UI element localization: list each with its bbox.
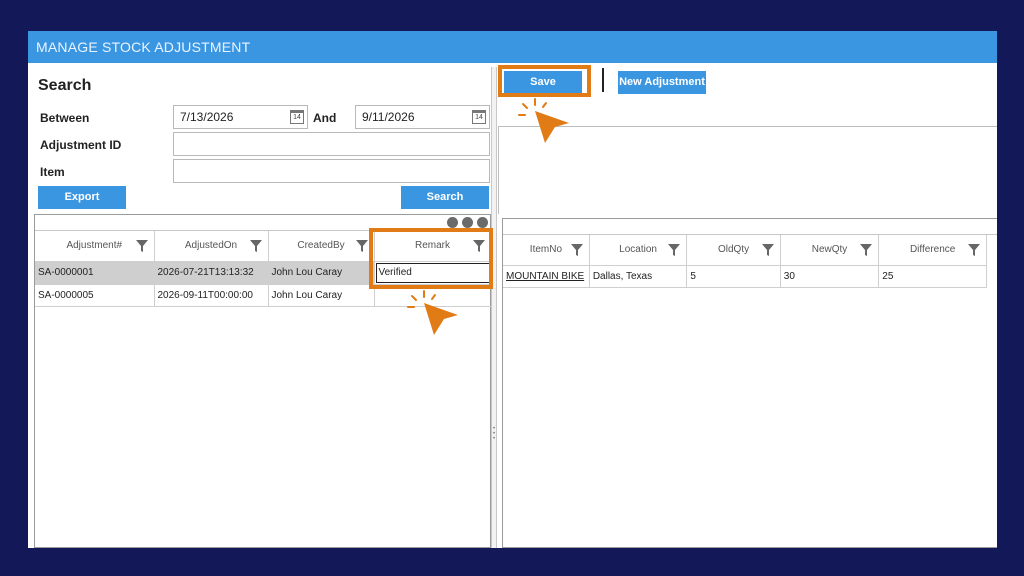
- new-adjustment-button[interactable]: New Adjustment: [618, 71, 706, 94]
- more-dots-icon[interactable]: [447, 217, 488, 228]
- created-by-cell[interactable]: John Lou Caray: [268, 261, 375, 285]
- remark-edit-input[interactable]: Verified: [375, 262, 490, 283]
- save-button[interactable]: Save: [504, 71, 582, 94]
- column-header-createdby[interactable]: CreatedBy: [268, 231, 375, 262]
- calendar-icon[interactable]: 14: [290, 110, 304, 124]
- filter-icon[interactable]: [968, 244, 980, 256]
- calendar-icon[interactable]: 14: [472, 110, 486, 124]
- filter-icon[interactable]: [355, 240, 368, 252]
- item-label: Item: [40, 165, 65, 179]
- column-header-newqty[interactable]: NewQty: [780, 235, 880, 266]
- to-date-value: 9/11/2026: [362, 110, 415, 124]
- column-header-adjustedon[interactable]: AdjustedOn: [154, 231, 269, 262]
- filter-icon[interactable]: [761, 244, 774, 256]
- column-header-remark[interactable]: Remark: [374, 231, 492, 262]
- details-panel: Save New Adjustment ItemNo Location OldQ…: [498, 63, 997, 548]
- adjustments-grid: Adjustment# AdjustedOn CreatedBy Remark …: [34, 214, 492, 548]
- details-grid-toolbar: [503, 219, 997, 235]
- from-date-value: 7/13/2026: [180, 110, 234, 124]
- details-table: ItemNo Location OldQty NewQty Difference…: [503, 235, 987, 288]
- export-button[interactable]: Export: [38, 186, 126, 209]
- and-label: And: [313, 111, 337, 125]
- details-grid: ItemNo Location OldQty NewQty Difference…: [502, 218, 997, 548]
- column-header-location[interactable]: Location: [589, 235, 688, 266]
- column-header-itemno[interactable]: ItemNo: [503, 235, 590, 266]
- adjustment-id-cell[interactable]: SA-0000005: [35, 284, 155, 307]
- table-row[interactable]: SA-0000005 2026-09-11T00:00:00 John Lou …: [35, 284, 492, 307]
- filter-icon[interactable]: [860, 244, 873, 256]
- main-window: MANAGE STOCK ADJUSTMENT Search Between 7…: [28, 31, 997, 548]
- remark-cell[interactable]: Verified: [374, 261, 492, 285]
- column-header-difference[interactable]: Difference: [878, 235, 987, 266]
- new-qty-cell[interactable]: 30: [780, 265, 880, 288]
- filter-icon[interactable]: [570, 244, 583, 256]
- search-button[interactable]: Search: [401, 186, 489, 209]
- item-input[interactable]: [173, 159, 490, 183]
- adjustment-id-cell[interactable]: SA-0000001: [35, 261, 155, 285]
- to-date-field[interactable]: 9/11/2026 14: [355, 105, 490, 129]
- search-heading: Search: [38, 77, 92, 94]
- adjusted-on-cell[interactable]: 2026-09-11T00:00:00: [154, 284, 269, 307]
- adjustment-id-input[interactable]: [173, 132, 490, 156]
- item-no-cell[interactable]: MOUNTAIN BIKE: [503, 265, 590, 288]
- search-panel: Search Between 7/13/2026 14 And 9/11/202…: [28, 63, 494, 548]
- adjustments-table: Adjustment# AdjustedOn CreatedBy Remark …: [35, 231, 492, 307]
- location-cell[interactable]: Dallas, Texas: [589, 265, 688, 288]
- old-qty-cell[interactable]: 5: [686, 265, 781, 288]
- from-date-field[interactable]: 7/13/2026 14: [173, 105, 308, 129]
- remark-cell[interactable]: [374, 284, 492, 307]
- form-area: [498, 126, 997, 214]
- filter-icon[interactable]: [135, 240, 148, 252]
- adjusted-on-cell[interactable]: 2026-07-21T13:13:32: [154, 261, 269, 285]
- created-by-cell[interactable]: John Lou Caray: [268, 284, 375, 307]
- adjustment-id-label: Adjustment ID: [40, 138, 122, 152]
- table-row[interactable]: MOUNTAIN BIKE Dallas, Texas 5 30 25: [503, 265, 987, 288]
- column-header-adjustment[interactable]: Adjustment#: [35, 231, 155, 262]
- grid-toolbar: [35, 215, 490, 231]
- filter-icon[interactable]: [472, 240, 485, 252]
- between-label: Between: [40, 111, 90, 125]
- filter-icon[interactable]: [249, 240, 262, 252]
- toolbar-divider: [602, 68, 604, 92]
- filter-icon[interactable]: [668, 244, 681, 256]
- difference-cell[interactable]: 25: [878, 265, 987, 288]
- column-header-oldqty[interactable]: OldQty: [686, 235, 781, 266]
- panel-splitter[interactable]: • • •: [491, 67, 497, 548]
- table-row[interactable]: SA-0000001 2026-07-21T13:13:32 John Lou …: [35, 261, 492, 285]
- window-title: MANAGE STOCK ADJUSTMENT: [28, 31, 997, 63]
